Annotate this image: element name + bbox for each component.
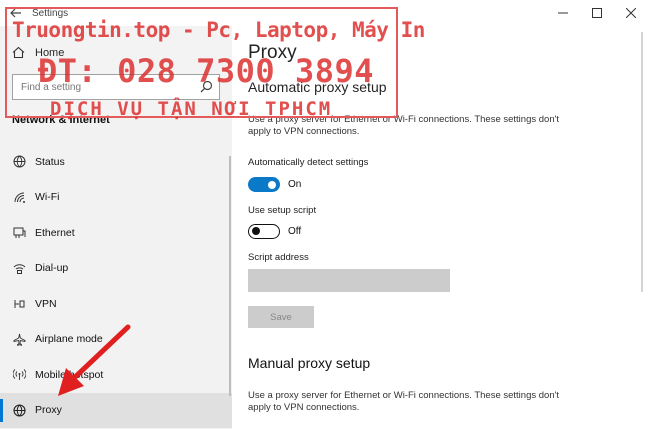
sidebar-item-dialup[interactable]: Dial-up	[0, 251, 232, 287]
script-address-label: Script address	[248, 252, 309, 263]
sidebar-item-label: Status	[35, 155, 65, 168]
auto-detect-label: Automatically detect settings	[248, 157, 369, 168]
toggle-switch-on[interactable]	[248, 177, 280, 192]
sidebar-item-airplane-mode[interactable]: Airplane mode	[0, 322, 232, 358]
sidebar-item-proxy[interactable]: Proxy	[0, 392, 232, 428]
setup-script-toggle[interactable]: Off	[248, 224, 301, 239]
toggle-state-text: Off	[288, 226, 302, 237]
sidebar-item-label: Proxy	[35, 404, 62, 417]
airplane-icon	[12, 332, 26, 346]
home-label: Home	[35, 46, 65, 59]
sidebar-item-wifi[interactable]: Wi-Fi	[0, 180, 232, 216]
minimize-icon[interactable]	[546, 0, 580, 26]
search-box	[12, 74, 220, 100]
title-bar: Settings	[0, 0, 648, 26]
page-title: Proxy	[248, 42, 297, 63]
sidebar-item-label: Ethernet	[35, 226, 75, 239]
search-input[interactable]	[13, 75, 193, 99]
back-arrow-icon[interactable]	[0, 0, 32, 26]
globe-status-icon	[12, 155, 26, 169]
sidebar-nav: Status Wi-Fi Ethernet Dial-up VPN Airpla…	[0, 144, 232, 428]
home-icon	[12, 46, 25, 59]
sidebar-item-mobile-hotspot[interactable]: Mobile hotspot	[0, 357, 232, 393]
dialup-icon	[12, 261, 26, 275]
manual-proxy-description: Use a proxy server for Ethernet or Wi-Fi…	[248, 390, 560, 413]
hotspot-icon	[12, 368, 26, 382]
sidebar-item-label: Mobile hotspot	[35, 368, 104, 381]
sidebar-item-vpn[interactable]: VPN	[0, 286, 232, 322]
manual-proxy-heading: Manual proxy setup	[248, 355, 371, 371]
auto-detect-toggle[interactable]: On	[248, 177, 301, 192]
automatic-proxy-description: Use a proxy server for Ethernet or Wi-Fi…	[248, 114, 560, 137]
ethernet-icon	[12, 226, 26, 240]
section-title: Network & Internet	[12, 114, 110, 126]
sidebar-item-label: Wi-Fi	[35, 191, 60, 204]
sidebar: Home Network & Internet Status Wi-Fi	[0, 26, 232, 429]
search-icon[interactable]	[200, 80, 213, 98]
close-icon[interactable]	[614, 0, 648, 26]
save-button[interactable]: Save	[248, 306, 314, 328]
sidebar-item-label: Dial-up	[35, 262, 69, 275]
wifi-icon	[12, 190, 26, 204]
sidebar-item-status[interactable]: Status	[0, 144, 232, 180]
settings-window: Settings Home Network & Internet	[0, 0, 648, 429]
sidebar-scrollbar[interactable]	[229, 156, 231, 396]
vpn-icon	[12, 297, 26, 311]
main-content: Proxy Automatic proxy setup Use a proxy …	[232, 26, 648, 429]
setup-script-label: Use setup script	[248, 205, 317, 216]
toggle-state-text: On	[288, 179, 302, 190]
sidebar-item-ethernet[interactable]: Ethernet	[0, 215, 232, 251]
maximize-icon[interactable]	[580, 0, 614, 26]
toggle-switch-off[interactable]	[248, 224, 280, 239]
globe-icon	[12, 403, 26, 417]
automatic-proxy-heading: Automatic proxy setup	[248, 79, 387, 95]
script-address-input[interactable]	[248, 269, 450, 292]
main-scrollbar[interactable]	[641, 32, 643, 292]
sidebar-item-label: Airplane mode	[35, 333, 103, 346]
sidebar-item-label: VPN	[35, 297, 57, 310]
sidebar-home[interactable]: Home	[12, 46, 64, 59]
window-title: Settings	[32, 7, 69, 19]
